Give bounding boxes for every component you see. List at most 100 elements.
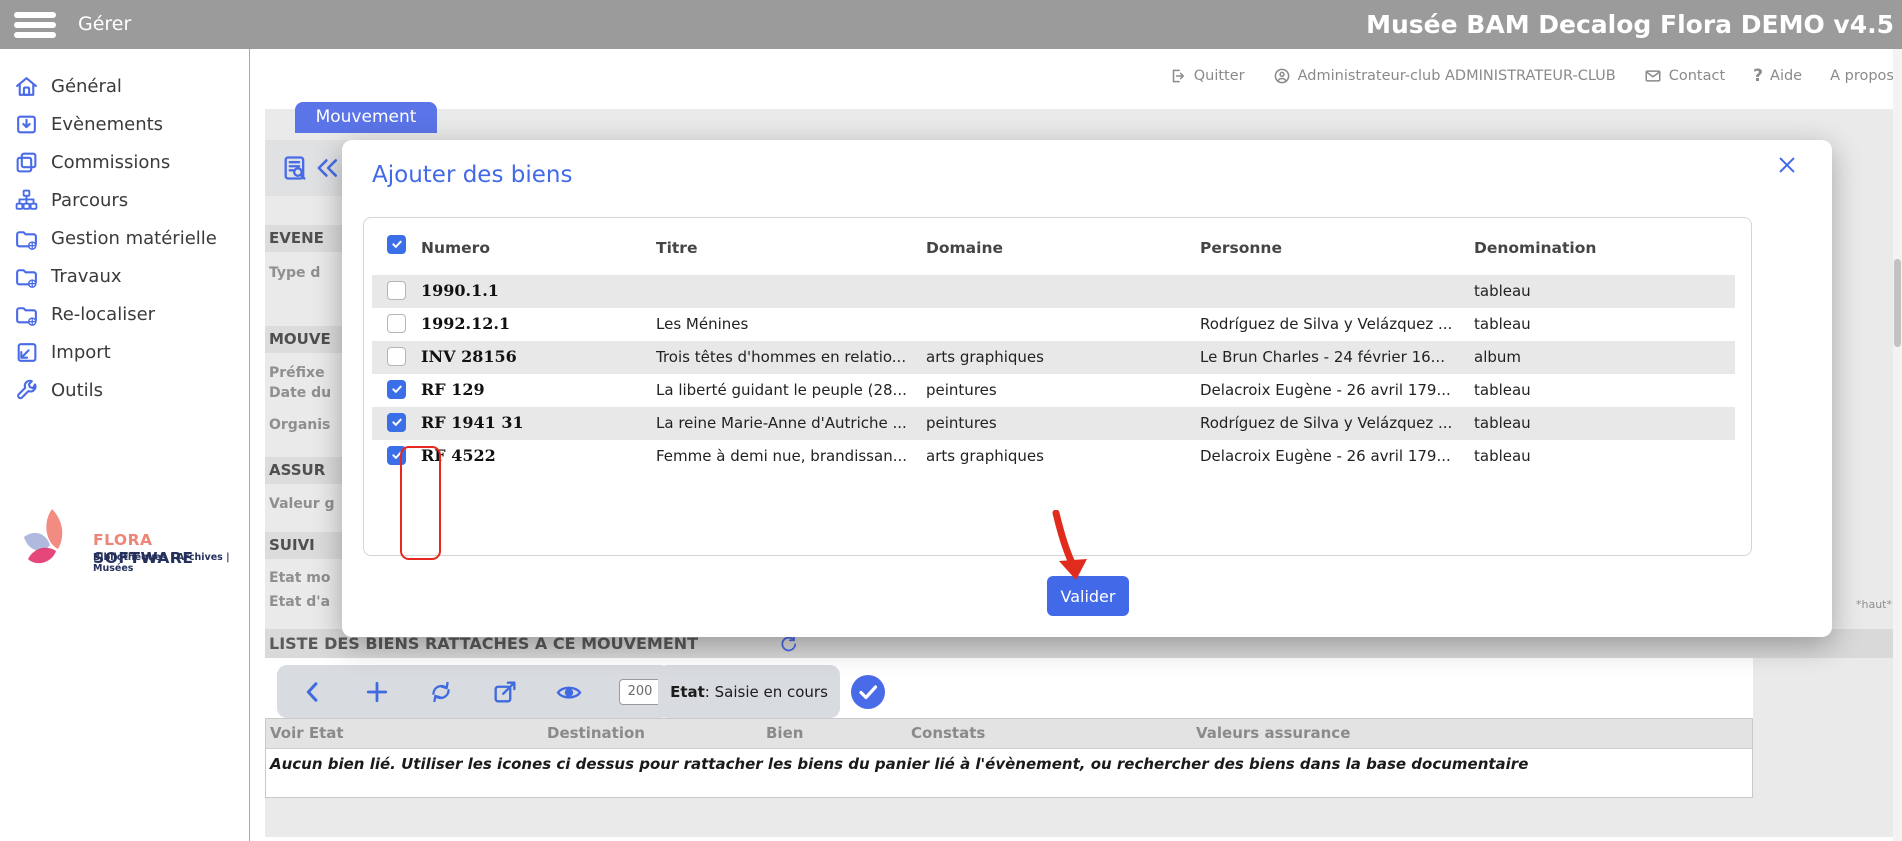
sidebar-item-general[interactable]: Général xyxy=(0,67,249,105)
cell-titre: Trois têtes d'hommes en relatio... xyxy=(656,348,918,366)
scrollbar-thumb[interactable] xyxy=(1894,259,1901,347)
eye-icon[interactable] xyxy=(555,678,583,706)
cell-denomination: tableau xyxy=(1474,282,1729,300)
app-title: Musée BAM Decalog Flora DEMO v4.5 xyxy=(1366,0,1894,49)
topbar-link-apropos[interactable]: A propos xyxy=(1830,68,1894,84)
close-icon[interactable] xyxy=(1776,154,1798,176)
cell-denomination: tableau xyxy=(1474,315,1729,333)
modal-table-row[interactable]: INV 28156 Trois têtes d'hommes en relatio… xyxy=(364,341,1751,374)
modal-table-row[interactable]: 1990.1.1tableau xyxy=(364,275,1751,308)
cell-personne: Delacroix Eugène - 26 avril 179... xyxy=(1200,447,1466,465)
home-icon xyxy=(14,74,39,99)
cell-domaine: arts graphiques xyxy=(926,447,1192,465)
column-header-personne: Personne xyxy=(1200,239,1282,257)
page-label: Etat d'a xyxy=(269,594,341,610)
sidebar: Général Evènements Commissions Parcours Gest… xyxy=(0,49,250,841)
checkbox-unchecked[interactable] xyxy=(387,347,406,366)
sidebar-item-travaux[interactable]: Travaux xyxy=(0,257,249,295)
modal-table-row[interactable]: 1992.12.1Les MéninesRodríguez de Silva y… xyxy=(364,308,1751,341)
records-toolbar: 200 xyxy=(277,665,670,718)
topbar-link-user[interactable]: Administrateur-club ADMINISTRATEUR-CLUB xyxy=(1273,67,1616,85)
tab-mouvement[interactable]: Mouvement xyxy=(295,102,437,133)
bottom-column-header: Bien xyxy=(766,724,803,742)
checkbox-checked[interactable] xyxy=(387,413,406,432)
topbar-link-label: A propos xyxy=(1830,68,1894,84)
cell-numero: 1992.12.1 xyxy=(421,314,646,333)
menu-label: Gérer xyxy=(78,0,131,49)
bottom-column-header: Destination xyxy=(547,724,645,742)
topbar-link-aide[interactable]: ? Aide xyxy=(1753,66,1802,86)
sidebar-item-outils[interactable]: Outils xyxy=(0,371,249,409)
haut-link[interactable]: *haut* xyxy=(1856,598,1892,611)
sidebar-item-re-localiser[interactable]: Re-localiser xyxy=(0,295,249,333)
sidebar-item-label: Evènements xyxy=(51,114,163,135)
column-header-numero: Numero xyxy=(421,239,490,257)
page-label: Date du xyxy=(269,385,341,401)
cell-titre: La liberté guidant le peuple (28... xyxy=(656,381,918,399)
add-icon[interactable] xyxy=(363,678,391,706)
sidebar-item-parcours[interactable]: Parcours xyxy=(0,181,249,219)
cell-numero: INV 28156 xyxy=(421,347,646,366)
question-icon: ? xyxy=(1753,66,1763,86)
cell-domaine: peintures xyxy=(926,381,1192,399)
topbar-links: Quitter Administrateur-club ADMINISTRATEU… xyxy=(1169,64,1894,88)
page-scrollbar[interactable] xyxy=(1893,49,1902,841)
cell-titre: Femme à demi nue, brandissan... xyxy=(656,447,918,465)
cell-denomination: tableau xyxy=(1474,414,1729,432)
topbar-link-label: Contact xyxy=(1669,68,1725,84)
page-label: SUIVI xyxy=(269,536,341,554)
sidebar-nav: Général Evènements Commissions Parcours Gest… xyxy=(0,67,249,409)
modal-table-row[interactable]: RF 129 La liberté guidant le peuple (28..… xyxy=(364,374,1751,407)
brand-flora: FLORA xyxy=(93,531,153,549)
mail-icon xyxy=(1644,67,1662,85)
modal-table-row[interactable]: RF 4522 Femme à demi nue, brandissan... ar… xyxy=(364,440,1751,473)
checkbox-checked[interactable] xyxy=(387,380,406,399)
external-link-icon[interactable] xyxy=(491,678,519,706)
list-search-icon[interactable] xyxy=(281,154,309,182)
sidebar-item-label: Commissions xyxy=(51,152,170,173)
cell-domaine: arts graphiques xyxy=(926,348,1192,366)
topbar-link-contact[interactable]: Contact xyxy=(1644,67,1725,85)
topbar-link-label: Aide xyxy=(1770,68,1802,84)
sidebar-item-label: Parcours xyxy=(51,190,128,211)
sync-icon[interactable] xyxy=(427,678,455,706)
cell-titre: Les Ménines xyxy=(656,315,918,333)
cell-titre: La reine Marie-Anne d'Autriche ... xyxy=(656,414,918,432)
topbar-link-label: Administrateur-club ADMINISTRATEUR-CLUB xyxy=(1298,68,1616,84)
page-label: EVENE xyxy=(269,229,341,247)
folder-globe-icon xyxy=(14,264,39,289)
topbar-link-quitter[interactable]: Quitter xyxy=(1169,67,1245,85)
checkbox-checked[interactable] xyxy=(387,446,406,465)
confirm-check-button[interactable] xyxy=(851,675,885,709)
checkbox-unchecked[interactable] xyxy=(387,281,406,300)
hamburger-menu-icon[interactable] xyxy=(14,12,56,38)
add-items-modal: Ajouter des biens NumeroTitreDomainePers… xyxy=(342,140,1832,637)
etat-value: : Saisie en cours xyxy=(705,683,828,701)
app-header: Gérer Musée BAM Decalog Flora DEMO v4.5 xyxy=(0,0,1902,49)
cell-personne: Delacroix Eugène - 26 avril 179... xyxy=(1200,381,1466,399)
sidebar-item-evenements[interactable]: Evènements xyxy=(0,105,249,143)
select-all-checkbox[interactable] xyxy=(387,235,406,254)
logout-icon xyxy=(1169,67,1187,85)
record-count-field[interactable]: 200 xyxy=(619,679,661,705)
cell-numero: RF 129 xyxy=(421,380,646,399)
import-icon xyxy=(14,340,39,365)
flora-logo: FLORA SOFTWARE Bibliothèques | Archives … xyxy=(0,505,249,595)
modal-table-row[interactable]: RF 1941 31La reine Marie-Anne d'Autriche… xyxy=(364,407,1751,440)
folder-globe-icon xyxy=(14,226,39,251)
undo-icon[interactable] xyxy=(313,154,341,182)
cell-numero: RF 4522 xyxy=(421,446,646,465)
sidebar-item-commissions[interactable]: Commissions xyxy=(0,143,249,181)
cell-personne: Le Brun Charles - 24 février 16... xyxy=(1200,348,1466,366)
checkbox-unchecked[interactable] xyxy=(387,314,406,333)
sidebar-item-import[interactable]: Import xyxy=(0,333,249,371)
flora-flower-icon xyxy=(16,507,82,571)
chevron-left-icon[interactable] xyxy=(299,678,327,706)
page-label: Organis xyxy=(269,417,341,433)
linked-items-table-header: Voir EtatDestinationBienConstatsValeurs … xyxy=(266,719,1752,749)
valider-button[interactable]: Valider xyxy=(1047,576,1129,616)
cell-denomination: tableau xyxy=(1474,381,1729,399)
folders-icon xyxy=(14,150,39,175)
sidebar-item-gestion-materielle[interactable]: Gestion matérielle xyxy=(0,219,249,257)
sidebar-item-label: Travaux xyxy=(51,266,122,287)
